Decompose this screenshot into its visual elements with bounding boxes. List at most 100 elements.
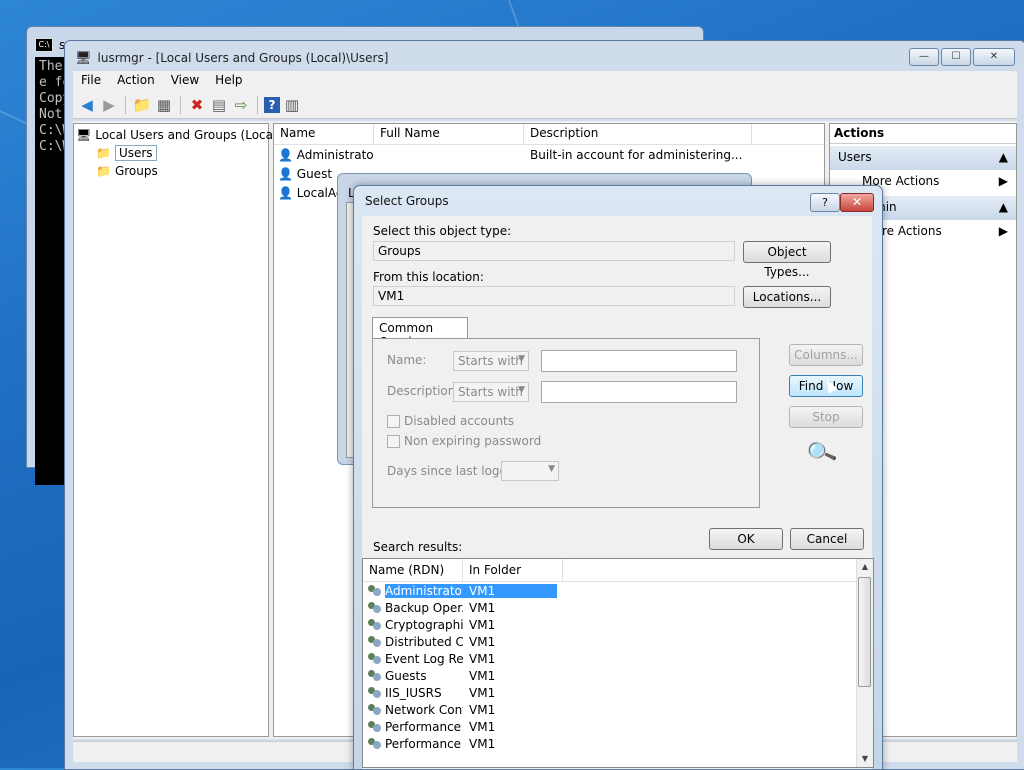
- select-groups-dialog[interactable]: Select Groups ? ✕ Select this object typ…: [353, 185, 883, 770]
- group-name: Performance ...: [385, 719, 463, 734]
- menu-bar: File Action View Help: [73, 71, 1017, 91]
- menu-help[interactable]: Help: [207, 71, 250, 91]
- group-icon: [367, 720, 383, 734]
- cancel-button[interactable]: Cancel: [790, 528, 864, 550]
- user-description: Built-in account for administering...: [530, 147, 743, 162]
- group-icon: [367, 652, 383, 666]
- tree-node-users[interactable]: 📁 Users: [76, 144, 266, 162]
- submenu-arrow-icon: ▶: [998, 174, 1008, 188]
- table-row[interactable]: Cryptographic... VM1: [363, 616, 873, 633]
- group-folder: VM1: [469, 651, 496, 666]
- close-button[interactable]: ✕: [973, 48, 1015, 66]
- show-hide-action-pane-icon[interactable]: ▥: [282, 95, 302, 115]
- name-input[interactable]: [541, 350, 737, 372]
- table-row[interactable]: IIS_IUSRS VM1: [363, 684, 873, 701]
- delete-icon[interactable]: ✖: [187, 95, 207, 115]
- group-name: Performance ...: [385, 736, 463, 751]
- group-icon: [367, 703, 383, 717]
- group-name: Backup Oper...: [385, 600, 463, 615]
- days-since-logon-combo[interactable]: ▼: [501, 461, 559, 481]
- table-row[interactable]: Performance ... VM1: [363, 735, 873, 752]
- stop-button[interactable]: Stop: [789, 406, 863, 428]
- menu-view[interactable]: View: [163, 71, 207, 91]
- table-row[interactable]: Backup Oper... VM1: [363, 599, 873, 616]
- search-results-list[interactable]: Name (RDN) In Folder Administrators VM1 …: [362, 558, 874, 768]
- menu-action[interactable]: Action: [109, 71, 163, 91]
- description-combo-value: Starts with: [458, 385, 523, 399]
- user-icon: 👤: [278, 166, 293, 181]
- group-name: IIS_IUSRS: [385, 685, 442, 700]
- columns-button[interactable]: Columns...: [789, 344, 863, 366]
- table-row[interactable]: Network Confi... VM1: [363, 701, 873, 718]
- scroll-thumb[interactable]: [858, 577, 871, 687]
- column-header-name-rdn[interactable]: Name (RDN): [363, 559, 463, 581]
- group-name: Administrators: [385, 583, 463, 598]
- results-scrollbar[interactable]: ▲ ▼: [856, 559, 873, 767]
- maximize-button[interactable]: ☐: [941, 48, 971, 66]
- scroll-down-icon[interactable]: ▼: [857, 751, 873, 767]
- dialog-close-button[interactable]: ✕: [840, 193, 874, 212]
- group-icon: [367, 635, 383, 649]
- locations-button[interactable]: Locations...: [743, 286, 831, 308]
- chevron-down-icon: ▼: [518, 385, 525, 395]
- toolbar: ◀ ▶ 📁 ▦ ✖ ▤ ⇨ ? ▥: [73, 91, 1017, 119]
- help-icon[interactable]: ?: [264, 96, 280, 113]
- non-expiring-password-checkbox[interactable]: Non expiring password: [387, 434, 541, 448]
- actions-header: Actions: [830, 124, 1016, 144]
- table-row[interactable]: Performance ... VM1: [363, 718, 873, 735]
- list-item[interactable]: 👤 Administrator Built-in account for adm…: [274, 145, 824, 164]
- folder-icon: 📁: [96, 164, 111, 178]
- description-input[interactable]: [541, 381, 737, 403]
- computer-management-icon: 🖥: [75, 50, 92, 66]
- column-header-name[interactable]: Name: [274, 124, 374, 144]
- table-row[interactable]: Event Log Re... VM1: [363, 650, 873, 667]
- toolbar-separator: [257, 95, 258, 114]
- group-icon: [367, 618, 383, 632]
- name-label: Name:: [387, 353, 427, 367]
- checkbox-label: Disabled accounts: [404, 414, 515, 428]
- up-folder-icon[interactable]: 📁: [132, 95, 152, 115]
- group-folder: VM1: [469, 600, 496, 615]
- checkbox-box: [387, 434, 400, 448]
- common-queries-panel: Name: Starts with ▼ Description: Starts w…: [372, 338, 760, 508]
- tree-node-groups[interactable]: 📁 Groups: [76, 162, 266, 180]
- column-header-in-folder[interactable]: In Folder: [463, 559, 563, 581]
- group-icon: [367, 669, 383, 683]
- column-header-full-name[interactable]: Full Name: [374, 124, 524, 144]
- tree-root-label: Local Users and Groups (Local): [95, 128, 282, 142]
- help-button[interactable]: ?: [810, 193, 840, 212]
- name-match-combo[interactable]: Starts with ▼: [453, 351, 529, 371]
- object-types-button[interactable]: Object Types...: [743, 241, 831, 279]
- table-row[interactable]: Guests VM1: [363, 667, 873, 684]
- checkbox-label: Non expiring password: [404, 434, 542, 448]
- show-hide-tree-icon[interactable]: ▦: [154, 95, 174, 115]
- menu-file[interactable]: File: [73, 71, 109, 91]
- group-folder: VM1: [469, 668, 496, 683]
- minimize-button[interactable]: —: [909, 48, 939, 66]
- ok-button[interactable]: OK: [709, 528, 783, 550]
- user-icon: 👤: [278, 147, 293, 162]
- forward-arrow-icon[interactable]: ▶: [99, 95, 119, 115]
- back-arrow-icon[interactable]: ◀: [77, 95, 97, 115]
- disabled-accounts-checkbox[interactable]: Disabled accounts: [387, 414, 514, 428]
- description-match-combo[interactable]: Starts with ▼: [453, 382, 529, 402]
- group-icon: [367, 601, 383, 615]
- group-folder: VM1: [469, 719, 496, 734]
- tree-users-label: Users: [114, 145, 157, 161]
- column-header-description[interactable]: Description: [524, 124, 752, 144]
- actions-section-users[interactable]: Users ▲: [830, 146, 1016, 170]
- collapse-up-icon: ▲: [998, 150, 1008, 164]
- tab-common-queries[interactable]: Common Queries: [372, 317, 468, 349]
- table-row[interactable]: Administrators VM1: [363, 582, 873, 599]
- tree-node-root[interactable]: 🖥 Local Users and Groups (Local): [76, 126, 281, 144]
- properties-icon[interactable]: ▤: [209, 95, 229, 115]
- export-list-icon[interactable]: ⇨: [231, 95, 251, 115]
- group-name: Event Log Re...: [385, 651, 463, 666]
- console-tree[interactable]: 🖥 Local Users and Groups (Local) 📁 Users…: [73, 123, 281, 737]
- scroll-up-icon[interactable]: ▲: [857, 559, 873, 575]
- object-type-field: Groups: [373, 241, 735, 261]
- name-combo-value: Starts with: [458, 354, 523, 368]
- user-name: Administrator: [296, 147, 374, 162]
- group-name: Distributed C...: [385, 634, 463, 649]
- table-row[interactable]: Distributed C... VM1: [363, 633, 873, 650]
